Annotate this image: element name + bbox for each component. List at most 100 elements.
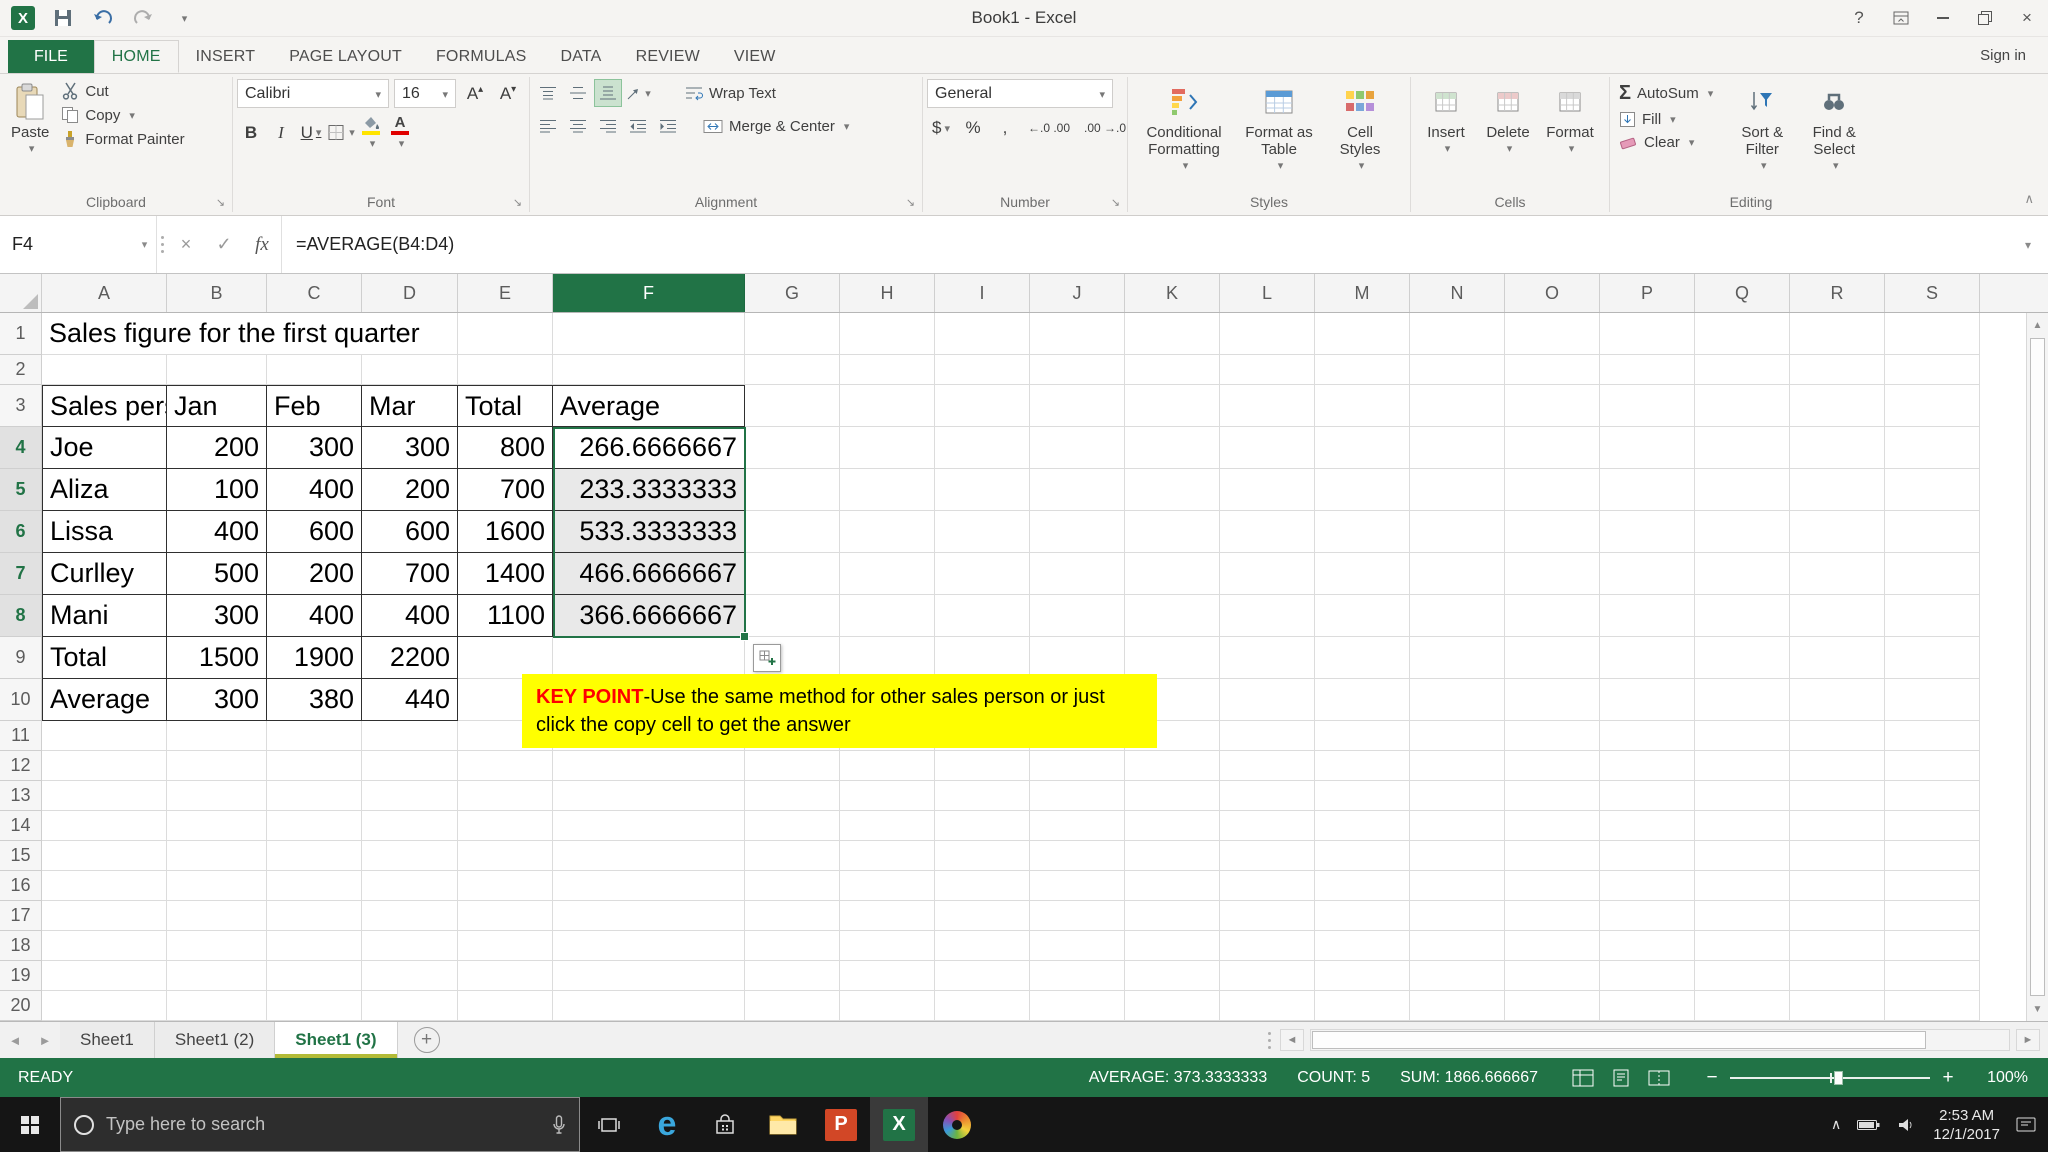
cell-P19[interactable]: [1600, 961, 1695, 991]
cell-P15[interactable]: [1600, 841, 1695, 871]
select-all-corner[interactable]: [0, 274, 42, 312]
cell-L6[interactable]: [1220, 511, 1315, 553]
cell-H3[interactable]: [840, 385, 935, 427]
column-header-P[interactable]: P: [1600, 274, 1695, 312]
cell-O3[interactable]: [1505, 385, 1600, 427]
cell-J15[interactable]: [1030, 841, 1125, 871]
cell-M5[interactable]: [1315, 469, 1410, 511]
cell-S1[interactable]: [1885, 313, 1980, 355]
cell-A2[interactable]: [42, 355, 167, 385]
cell-A20[interactable]: [42, 991, 167, 1021]
cell-O2[interactable]: [1505, 355, 1600, 385]
cell-J9[interactable]: [1030, 637, 1125, 679]
cell-E2[interactable]: [458, 355, 553, 385]
column-header-R[interactable]: R: [1790, 274, 1885, 312]
cell-A15[interactable]: [42, 841, 167, 871]
cell-R13[interactable]: [1790, 781, 1885, 811]
cell-B19[interactable]: [167, 961, 267, 991]
column-header-D[interactable]: D: [362, 274, 458, 312]
column-header-F[interactable]: F: [553, 274, 745, 312]
increase-decimal-button[interactable]: ←.0 .00: [1023, 117, 1075, 139]
cell-Q15[interactable]: [1695, 841, 1790, 871]
cell-J13[interactable]: [1030, 781, 1125, 811]
row-header-11[interactable]: 11: [0, 721, 42, 751]
cell-M19[interactable]: [1315, 961, 1410, 991]
column-header-J[interactable]: J: [1030, 274, 1125, 312]
scroll-down-button[interactable]: ▼: [2027, 997, 2048, 1021]
formula-input[interactable]: =AVERAGE(B4:D4): [281, 216, 2008, 273]
cell-E4[interactable]: 800: [458, 427, 553, 469]
cell-M14[interactable]: [1315, 811, 1410, 841]
align-left-button[interactable]: [534, 112, 562, 140]
cell-H18[interactable]: [840, 931, 935, 961]
cut-button[interactable]: Cut: [56, 79, 189, 103]
increase-font-button[interactable]: [461, 80, 489, 108]
cell-K20[interactable]: [1125, 991, 1220, 1021]
cell-C19[interactable]: [267, 961, 362, 991]
cell-K5[interactable]: [1125, 469, 1220, 511]
cell-J6[interactable]: [1030, 511, 1125, 553]
cell-K6[interactable]: [1125, 511, 1220, 553]
cell-N2[interactable]: [1410, 355, 1505, 385]
cell-H14[interactable]: [840, 811, 935, 841]
cell-G7[interactable]: [745, 553, 840, 595]
cell-G6[interactable]: [745, 511, 840, 553]
cell-K18[interactable]: [1125, 931, 1220, 961]
column-header-C[interactable]: C: [267, 274, 362, 312]
cell-N13[interactable]: [1410, 781, 1505, 811]
cell-G2[interactable]: [745, 355, 840, 385]
cell-N9[interactable]: [1410, 637, 1505, 679]
cell-D18[interactable]: [362, 931, 458, 961]
cell-E6[interactable]: 1600: [458, 511, 553, 553]
cell-E13[interactable]: [458, 781, 553, 811]
autofill-options-button[interactable]: [753, 644, 781, 672]
show-hidden-icons-button[interactable]: ∧: [1831, 1116, 1841, 1133]
cell-L17[interactable]: [1220, 901, 1315, 931]
cell-O10[interactable]: [1505, 679, 1600, 721]
status-count[interactable]: COUNT: 5: [1297, 1069, 1370, 1087]
cell-M8[interactable]: [1315, 595, 1410, 637]
cell-N17[interactable]: [1410, 901, 1505, 931]
cell-P6[interactable]: [1600, 511, 1695, 553]
cell-J7[interactable]: [1030, 553, 1125, 595]
cell-L1[interactable]: [1220, 313, 1315, 355]
cell-H9[interactable]: [840, 637, 935, 679]
cell-N4[interactable]: [1410, 427, 1505, 469]
cell-R6[interactable]: [1790, 511, 1885, 553]
cell-P8[interactable]: [1600, 595, 1695, 637]
wrap-text-button[interactable]: Wrap Text: [680, 82, 781, 105]
cell-D7[interactable]: 700: [362, 553, 458, 595]
taskbar-search-box[interactable]: Type here to search: [60, 1097, 580, 1152]
cell-B4[interactable]: 200: [167, 427, 267, 469]
cell-G16[interactable]: [745, 871, 840, 901]
cell-S6[interactable]: [1885, 511, 1980, 553]
cell-R16[interactable]: [1790, 871, 1885, 901]
cell-A3[interactable]: Sales pers: [42, 385, 167, 427]
cell-E9[interactable]: [458, 637, 553, 679]
cell-B3[interactable]: Jan: [167, 385, 267, 427]
cell-A14[interactable]: [42, 811, 167, 841]
cell-R11[interactable]: [1790, 721, 1885, 751]
cell-C10[interactable]: 380: [267, 679, 362, 721]
formula-bar-resize-handle[interactable]: [157, 216, 167, 273]
cell-A7[interactable]: Curlley: [42, 553, 167, 595]
row-header-14[interactable]: 14: [0, 811, 42, 841]
cell-K4[interactable]: [1125, 427, 1220, 469]
volume-icon[interactable]: [1897, 1117, 1917, 1133]
cell-L18[interactable]: [1220, 931, 1315, 961]
cell-R15[interactable]: [1790, 841, 1885, 871]
cell-styles-button[interactable]: Cell Styles: [1322, 79, 1398, 178]
cell-H19[interactable]: [840, 961, 935, 991]
cell-C11[interactable]: [267, 721, 362, 751]
cell-C14[interactable]: [267, 811, 362, 841]
row-header-3[interactable]: 3: [0, 385, 42, 427]
sort-filter-button[interactable]: Sort & Filter: [1726, 79, 1798, 178]
borders-button[interactable]: [327, 119, 355, 147]
tab-view[interactable]: VIEW: [717, 40, 793, 73]
cell-P4[interactable]: [1600, 427, 1695, 469]
cell-I14[interactable]: [935, 811, 1030, 841]
cell-G1[interactable]: [745, 313, 840, 355]
cell-S2[interactable]: [1885, 355, 1980, 385]
cell-D16[interactable]: [362, 871, 458, 901]
horizontal-scrollbar-track[interactable]: [1310, 1029, 2010, 1051]
